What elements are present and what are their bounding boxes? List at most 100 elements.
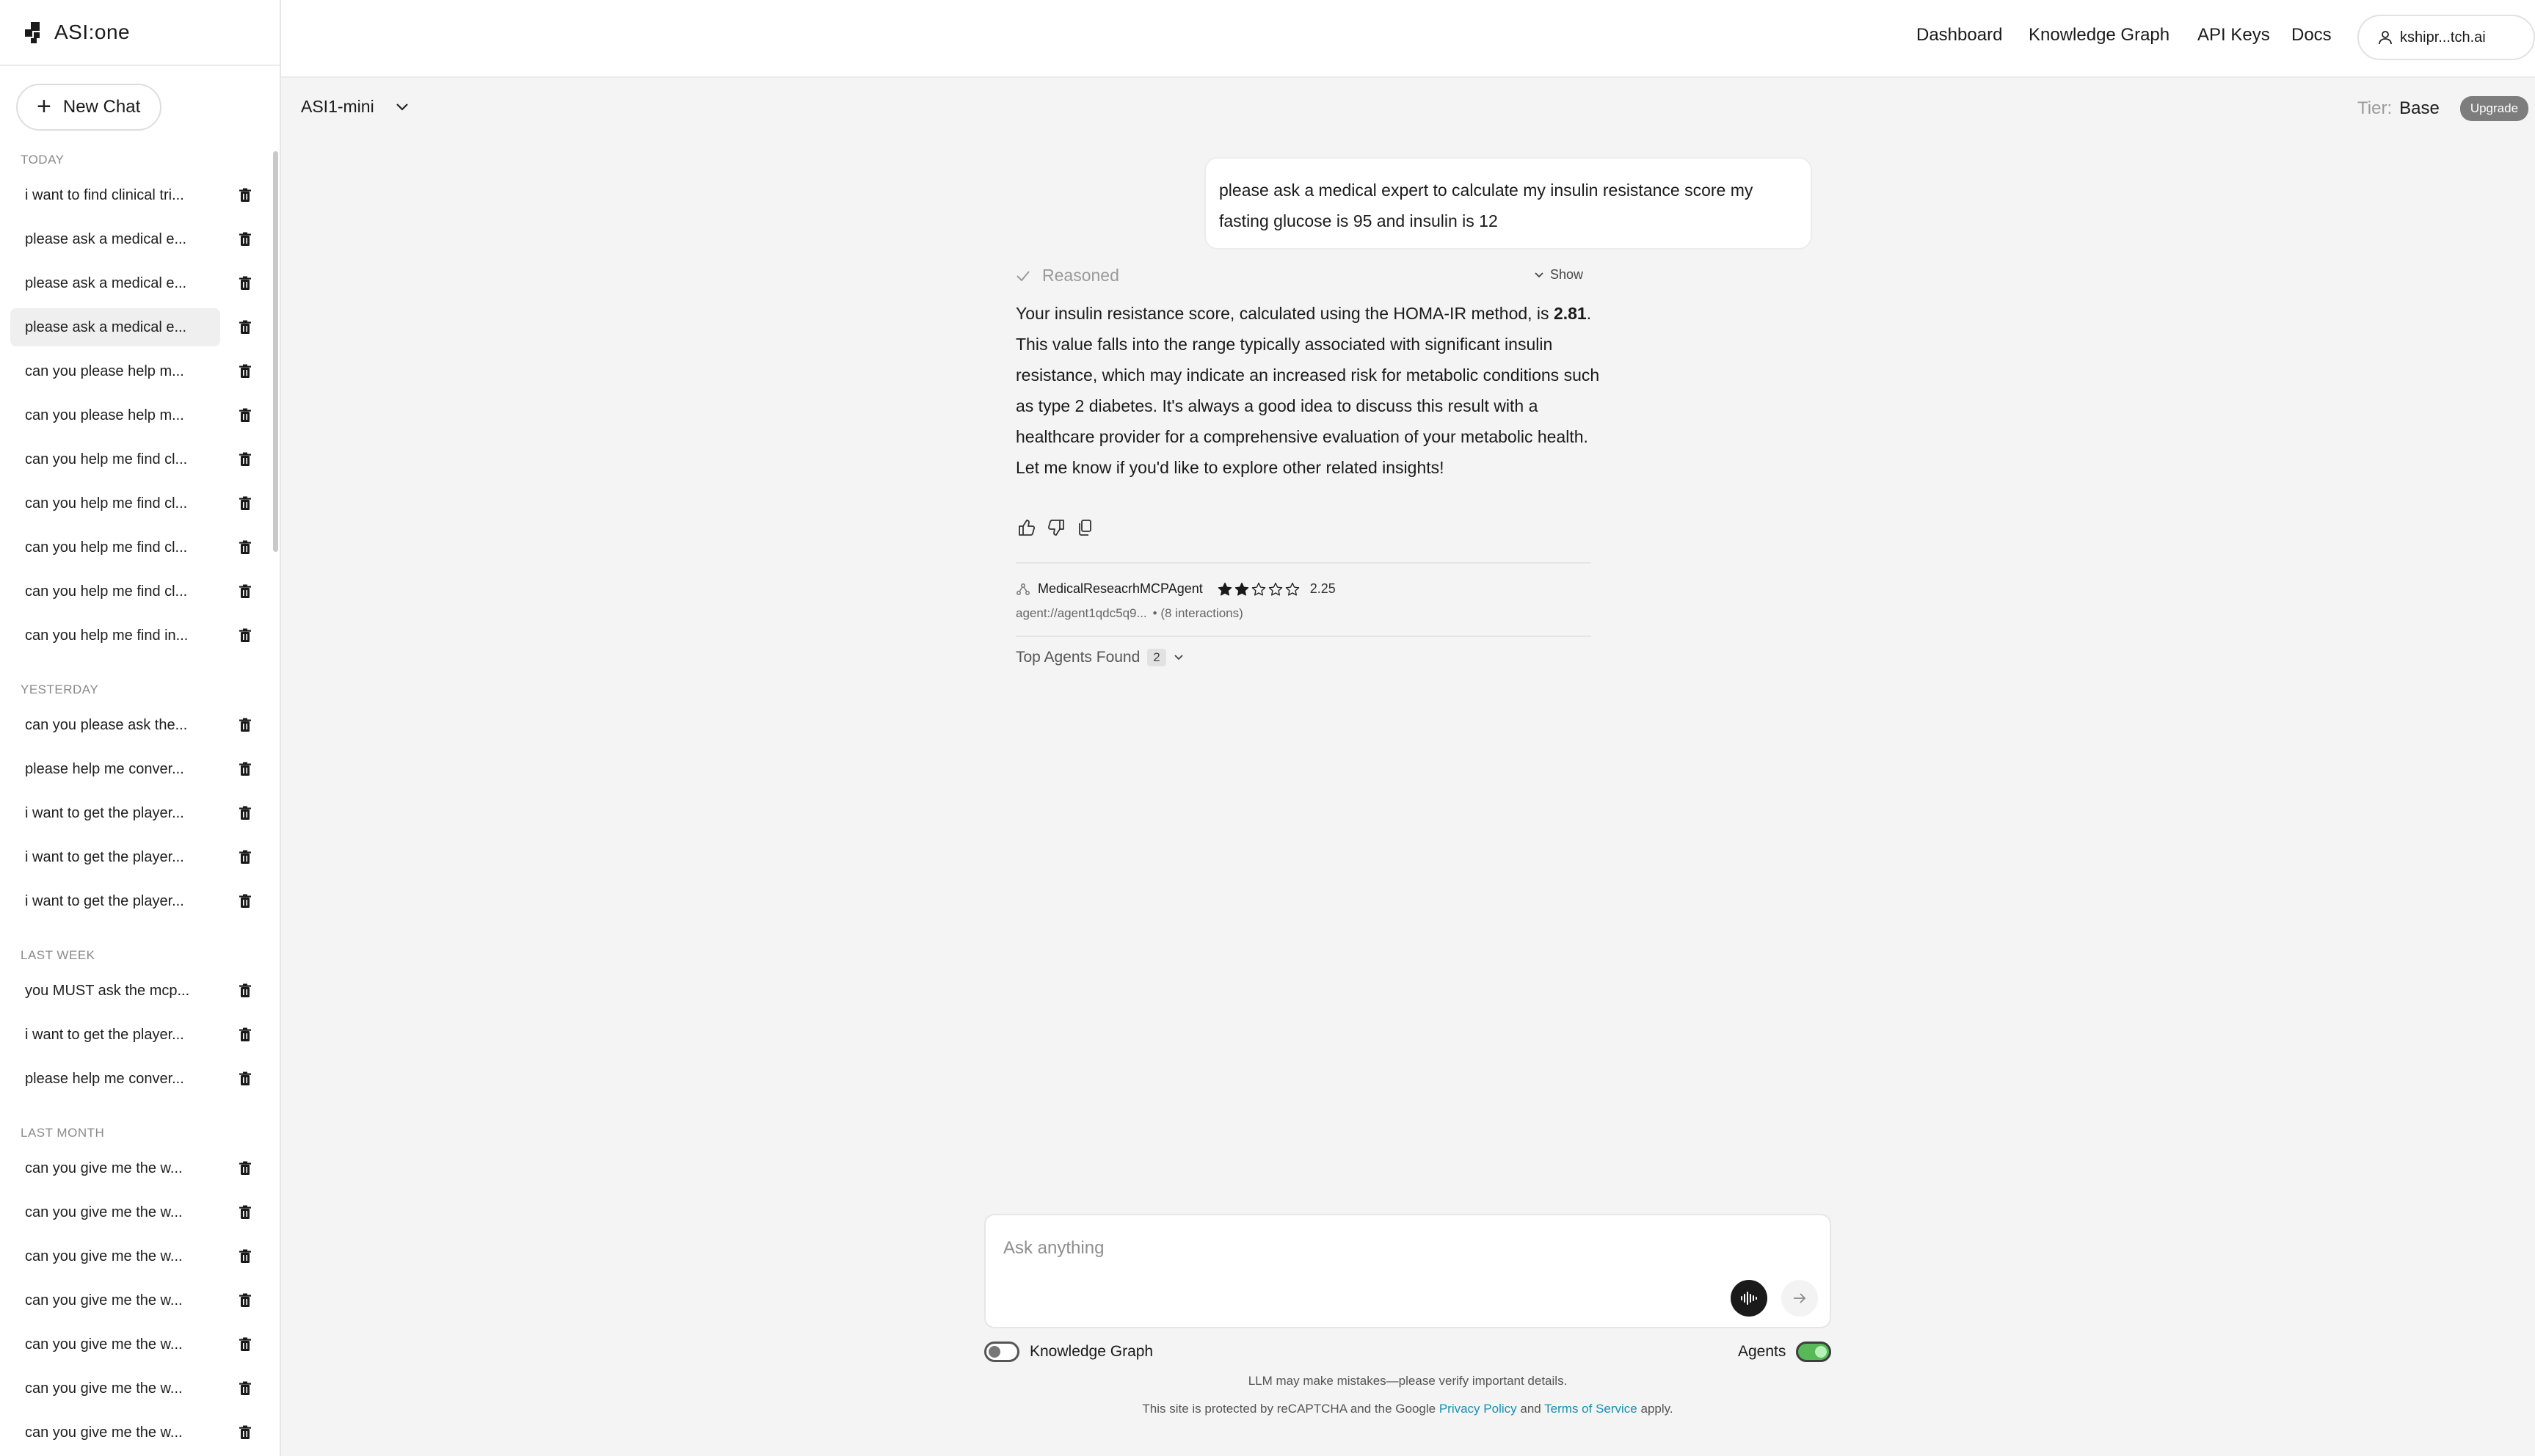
trash-icon[interactable] [238,1381,252,1396]
chat-history-item[interactable]: can you help me find cl... [10,572,260,611]
new-chat-button[interactable]: + New Chat [16,84,161,131]
nav-api-keys-link[interactable]: API Keys [2197,25,2270,46]
star-filled-icon [1234,582,1249,596]
model-selector[interactable]: ASI1-mini [301,97,410,117]
trash-icon[interactable] [238,1161,252,1176]
chat-history-item[interactable]: can you give me the w... [10,1149,260,1187]
trash-icon[interactable] [238,188,252,203]
chat-history-item[interactable]: can you give me the w... [10,1281,260,1320]
nav-knowledge-graph-link[interactable]: Knowledge Graph [2029,25,2170,46]
chat-history-item[interactable]: please help me conver... [10,750,260,788]
history-section-title: YESTERDAY [21,682,99,696]
top-agents-toggle[interactable]: Top Agents Found 2 [1016,649,1184,666]
chat-history-label: please help me conver... [25,760,184,777]
chat-history-item[interactable]: i want to get the player... [10,882,260,920]
trash-icon[interactable] [238,1293,252,1308]
chat-history-item[interactable]: i want to find clinical tri... [10,176,260,214]
chat-history-item[interactable]: i want to get the player... [10,838,260,876]
voice-input-button[interactable] [1731,1280,1767,1317]
chat-history-item[interactable]: can you give me the w... [10,1193,260,1231]
answer-intro: Your insulin resistance score, calculate… [1016,304,1549,323]
chevron-down-icon [1174,655,1183,660]
trash-icon[interactable] [238,496,252,511]
trash-icon[interactable] [238,718,252,732]
terms-of-service-link[interactable]: Terms of Service [1544,1402,1637,1416]
chat-history-item[interactable]: can you help me find cl... [10,484,260,523]
chat-history-item[interactable]: can you give me the w... [10,1237,260,1275]
thumbs-up-icon[interactable] [1017,518,1036,537]
llm-disclaimer: LLM may make mistakes—please verify impo… [1248,1374,1568,1388]
check-icon [1016,270,1030,281]
trash-icon[interactable] [238,364,252,379]
chat-history-label: can you give me the w... [25,1160,183,1176]
brand-logo[interactable]: ASI:one [23,19,130,46]
knowledge-graph-toggle[interactable] [984,1342,1019,1362]
trash-icon[interactable] [238,806,252,820]
chat-history-item[interactable]: can you give me the w... [10,1325,260,1364]
and-text: and [1520,1402,1541,1416]
chat-history-item[interactable]: can you please help m... [10,352,260,390]
privacy-policy-link[interactable]: Privacy Policy [1439,1402,1517,1416]
agent-interactions: • (8 interactions) [1152,606,1243,620]
send-button[interactable] [1781,1280,1818,1317]
trash-icon[interactable] [238,452,252,467]
agent-address[interactable]: agent://agent1qdc5q9... [1016,606,1147,621]
trash-icon[interactable] [238,628,252,643]
trash-icon[interactable] [238,850,252,864]
trash-icon[interactable] [238,276,252,291]
chat-history-label: can you give me the w... [25,1336,183,1353]
upgrade-button[interactable]: Upgrade [2459,96,2529,121]
chat-history-item[interactable]: can you help me find cl... [10,440,260,478]
trash-icon[interactable] [238,1071,252,1086]
user-icon [2379,31,2392,45]
agent-address-row: agent://agent1qdc5q9... • (8 interaction… [1016,606,1243,621]
trash-icon[interactable] [238,1337,252,1352]
trash-icon[interactable] [238,1205,252,1220]
chevron-down-icon [1535,272,1543,277]
trash-icon[interactable] [238,232,252,247]
chat-history-item[interactable]: you MUST ask the mcp... [10,972,260,1010]
copy-icon[interactable] [1076,518,1095,537]
assistant-answer: Your insulin resistance score, calculate… [1016,298,1603,483]
chat-history-item[interactable]: can you please ask the... [10,706,260,744]
trash-icon[interactable] [238,1425,252,1440]
trash-icon[interactable] [238,894,252,909]
chat-history-item[interactable]: i want to get the player... [10,794,260,832]
nav-dashboard-link[interactable]: Dashboard [1916,25,2002,46]
agent-name[interactable]: MedicalReseacrhMCPAgent [1038,581,1203,597]
sidebar-scrollbar[interactable] [273,151,278,552]
user-menu-button[interactable]: kshipr...tch.ai [2357,15,2535,60]
star-empty-icon [1285,582,1300,596]
chat-history-item[interactable]: can you help me find in... [10,616,260,655]
chat-history-label: can you help me find cl... [25,451,188,467]
chat-history-item[interactable]: can you help me find cl... [10,528,260,567]
chat-history-label: can you help me find cl... [25,539,188,556]
nav-docs-link[interactable]: Docs [2291,25,2332,46]
trash-icon[interactable] [238,1249,252,1264]
trash-icon[interactable] [238,540,252,555]
new-chat-label: New Chat [62,97,141,117]
chat-history-label: you MUST ask the mcp... [25,982,190,999]
thumbs-down-icon[interactable] [1047,518,1066,537]
chat-history-item[interactable]: can you please help m... [10,396,260,434]
trash-icon[interactable] [238,408,252,423]
chat-history-item[interactable]: please help me conver... [10,1060,260,1098]
chat-history-item[interactable]: can you give me the w... [10,1413,260,1452]
trash-icon[interactable] [238,584,252,599]
chat-history-item[interactable]: can you give me the w... [10,1369,260,1408]
chat-history-item[interactable]: please ask a medical e... [10,264,260,302]
feedback-actions [1017,518,1095,537]
message-input[interactable] [1002,1233,1739,1264]
trash-icon[interactable] [238,1027,252,1042]
chat-history-label: please ask a medical e... [25,274,187,291]
chat-history-item[interactable]: please ask a medical e... [10,220,260,258]
show-reasoning-toggle[interactable]: Show [1534,267,1583,283]
trash-icon[interactable] [238,320,252,335]
chat-history-item[interactable]: i want to get the player... [10,1016,260,1054]
waveform-icon [1741,1292,1757,1305]
chat-history-item[interactable]: please ask a medical e... [10,308,251,346]
trash-icon[interactable] [238,983,252,998]
agents-toggle[interactable] [1796,1342,1832,1362]
chat-history-label: can you please help m... [25,407,184,423]
trash-icon[interactable] [238,762,252,776]
